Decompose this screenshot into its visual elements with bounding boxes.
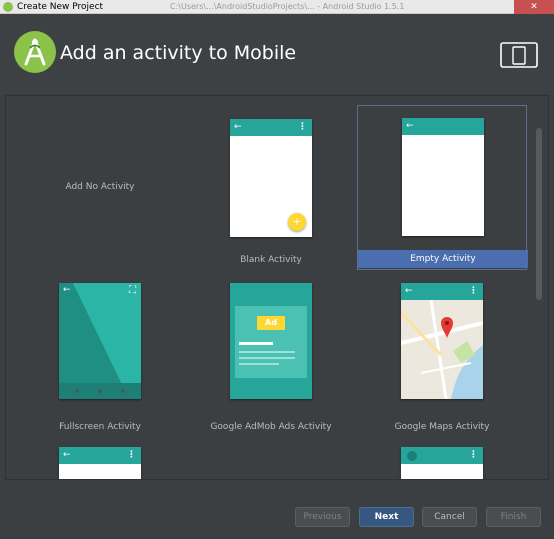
- thumbnail-partial: ⋮: [401, 447, 483, 479]
- android-studio-app-icon: [3, 2, 13, 12]
- fullscreen-icon: ⛶: [129, 285, 136, 296]
- thumbnail-app-bar: ⋮: [401, 447, 483, 464]
- phone-tablet-icon: [500, 42, 538, 68]
- finish-button[interactable]: Finish: [486, 507, 541, 527]
- tile-label: Blank Activity: [240, 255, 302, 265]
- more-vert-icon: ⋮: [469, 286, 478, 296]
- blank-activity-thumbnail: ← ⋮ +: [230, 119, 312, 237]
- ad-banner-area: Ad: [235, 306, 307, 378]
- activity-gallery[interactable]: Add No Activity ← ⋮ + Blank Activity ← E…: [5, 95, 549, 480]
- window-close-button[interactable]: ✕: [514, 0, 554, 14]
- thumbnail-partial: ← ⋮: [59, 447, 141, 479]
- fullscreen-diagonal-graphic: [59, 283, 141, 399]
- android-studio-logo-icon: [14, 31, 56, 73]
- more-vert-icon: ⋮: [127, 450, 136, 460]
- ad-text-line: [239, 363, 279, 365]
- thumbnail-app-bar: ← ⋮: [59, 447, 141, 464]
- tile-fullscreen-activity[interactable]: ← ⛶ Fullscreen Activity: [15, 279, 185, 437]
- more-vert-icon: ⋮: [298, 122, 307, 132]
- tile-google-maps-activity[interactable]: ← ⋮ Google Maps Activity: [357, 279, 527, 437]
- previous-button[interactable]: Previous: [295, 507, 350, 527]
- tile-blank-activity[interactable]: ← ⋮ + Blank Activity: [186, 103, 356, 265]
- back-arrow-icon: ←: [63, 450, 71, 460]
- back-arrow-icon: ←: [234, 122, 242, 132]
- thumbnail-app-bar: ← ⋮: [401, 283, 483, 300]
- window-title: Create New Project: [17, 2, 104, 12]
- activity-gallery-content: Add No Activity ← ⋮ + Blank Activity ← E…: [15, 103, 528, 479]
- tile-google-admob-ads-activity[interactable]: Ad Google AdMob Ads Activity: [186, 279, 356, 437]
- wizard-header: Add an activity to Mobile: [0, 14, 554, 94]
- wizard-footer: Previous Next Cancel Finish: [0, 480, 554, 539]
- tile-label: Fullscreen Activity: [59, 422, 141, 432]
- ad-text-line: [239, 351, 295, 353]
- back-arrow-icon: ←: [405, 286, 413, 296]
- window-titlebar: Create New Project C:\Users\...\AndroidS…: [0, 0, 554, 14]
- ad-badge: Ad: [257, 316, 285, 330]
- ad-text-line: [239, 342, 273, 345]
- next-button[interactable]: Next: [359, 507, 414, 527]
- tile-partial-row3-left[interactable]: ← ⋮: [15, 447, 185, 479]
- tile-label: Google AdMob Ads Activity: [210, 422, 332, 432]
- tile-label: Empty Activity: [358, 250, 528, 268]
- ad-text-line: [239, 357, 295, 359]
- fullscreen-activity-thumbnail: ← ⛶: [59, 283, 141, 399]
- avatar-circle-icon: [407, 451, 417, 461]
- empty-activity-thumbnail: ←: [402, 118, 484, 236]
- more-vert-icon: ⋮: [469, 450, 478, 460]
- gallery-scrollbar[interactable]: [536, 128, 542, 300]
- back-arrow-icon: ←: [63, 285, 71, 295]
- map-graphic: [401, 283, 483, 399]
- tile-add-no-activity[interactable]: Add No Activity: [15, 103, 185, 261]
- admob-activity-thumbnail: Ad: [230, 283, 312, 399]
- tile-partial-row3-right[interactable]: ⋮: [357, 447, 527, 479]
- thumbnail-app-bar: ← ⋮: [230, 119, 312, 136]
- back-arrow-icon: ←: [406, 121, 414, 131]
- fab-plus-icon: +: [288, 213, 306, 231]
- thumbnail-app-bar: ←: [402, 118, 484, 135]
- tile-label: Add No Activity: [65, 182, 135, 192]
- tile-label: Google Maps Activity: [394, 422, 490, 432]
- cancel-button[interactable]: Cancel: [422, 507, 477, 527]
- maps-activity-thumbnail: ← ⋮: [401, 283, 483, 399]
- window-path: C:\Users\...\AndroidStudioProjects\... -…: [170, 2, 405, 11]
- tile-empty-activity[interactable]: ← Empty Activity: [357, 105, 528, 270]
- page-title: Add an activity to Mobile: [60, 42, 297, 64]
